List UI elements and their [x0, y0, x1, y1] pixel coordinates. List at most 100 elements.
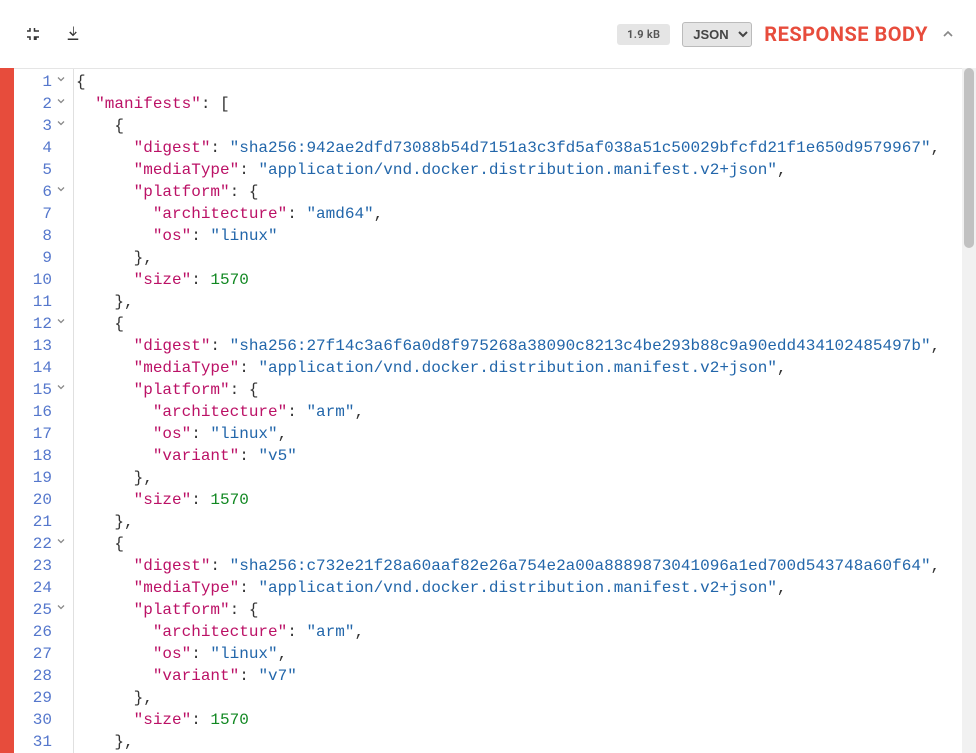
line-number: 10: [14, 269, 52, 291]
fold-toggle: [52, 643, 70, 665]
size-value: 1.9: [627, 28, 644, 41]
fold-toggle: [52, 335, 70, 357]
accent-bar: [0, 0, 14, 753]
fold-toggle: [52, 225, 70, 247]
code-line: "mediaType": "application/vnd.docker.dis…: [76, 357, 976, 379]
code-line: "architecture": "amd64",: [76, 203, 976, 225]
code-line: "size": 1570: [76, 489, 976, 511]
code-line: {: [76, 533, 976, 555]
download-icon[interactable]: [62, 23, 84, 45]
line-gutter: 1234567891011121314151617181920212223242…: [14, 69, 74, 753]
fold-toggle: [52, 401, 70, 423]
code-line: "os": "linux",: [76, 423, 976, 445]
fold-toggle: [52, 555, 70, 577]
scrollbar-thumb[interactable]: [964, 68, 974, 248]
line-number: 21: [14, 511, 52, 533]
fold-toggle: [52, 687, 70, 709]
fold-toggle: [52, 489, 70, 511]
code-line: "architecture": "arm",: [76, 401, 976, 423]
code-line: "mediaType": "application/vnd.docker.dis…: [76, 577, 976, 599]
fold-toggle: [52, 445, 70, 467]
fold-toggle: [52, 467, 70, 489]
line-number: 4: [14, 137, 52, 159]
line-number: 8: [14, 225, 52, 247]
fold-toggle: [52, 665, 70, 687]
code-line: "digest": "sha256:942ae2dfd73088b54d7151…: [76, 137, 976, 159]
fold-toggle[interactable]: [52, 181, 70, 203]
chevron-up-icon[interactable]: [940, 26, 956, 42]
line-number: 30: [14, 709, 52, 731]
response-body-title: RESPONSE BODY: [764, 22, 928, 46]
line-number: 20: [14, 489, 52, 511]
code-line: },: [76, 731, 976, 753]
fold-toggle: [52, 203, 70, 225]
code-viewer: 1234567891011121314151617181920212223242…: [14, 68, 976, 753]
fold-toggle: [52, 269, 70, 291]
line-number: 18: [14, 445, 52, 467]
size-unit: kB: [647, 28, 660, 41]
line-number: 19: [14, 467, 52, 489]
code-line: "size": 1570: [76, 709, 976, 731]
fold-toggle[interactable]: [52, 313, 70, 335]
fold-toggle: [52, 731, 70, 753]
code-line: "architecture": "arm",: [76, 621, 976, 643]
code-line: },: [76, 687, 976, 709]
line-number: 11: [14, 291, 52, 313]
size-badge: 1.9kB: [617, 24, 670, 45]
code-line: "digest": "sha256:c732e21f28a60aaf82e26a…: [76, 555, 976, 577]
fold-toggle: [52, 291, 70, 313]
fold-toggle[interactable]: [52, 599, 70, 621]
line-number: 28: [14, 665, 52, 687]
code-line: "manifests": [: [76, 93, 976, 115]
line-number: 6: [14, 181, 52, 203]
code-line: "os": "linux",: [76, 643, 976, 665]
format-select[interactable]: JSON: [682, 22, 752, 47]
line-number: 22: [14, 533, 52, 555]
line-number: 16: [14, 401, 52, 423]
collapse-icon[interactable]: [22, 23, 44, 45]
code-line: "digest": "sha256:27f14c3a6f6a0d8f975268…: [76, 335, 976, 357]
response-header: 1.9kB JSON RESPONSE BODY: [0, 0, 976, 68]
code-line: "platform": {: [76, 599, 976, 621]
code-line: },: [76, 467, 976, 489]
fold-toggle: [52, 621, 70, 643]
fold-toggle: [52, 511, 70, 533]
line-number: 25: [14, 599, 52, 621]
line-number: 5: [14, 159, 52, 181]
fold-toggle: [52, 577, 70, 599]
fold-toggle: [52, 423, 70, 445]
fold-toggle[interactable]: [52, 115, 70, 137]
line-number: 2: [14, 93, 52, 115]
code-line: "os": "linux": [76, 225, 976, 247]
code-line: {: [76, 115, 976, 137]
code-line: "variant": "v7": [76, 665, 976, 687]
vertical-scrollbar[interactable]: [962, 68, 976, 753]
code-line: "platform": {: [76, 181, 976, 203]
code-line: {: [76, 71, 976, 93]
fold-toggle[interactable]: [52, 379, 70, 401]
line-number: 15: [14, 379, 52, 401]
fold-toggle[interactable]: [52, 533, 70, 555]
code-content[interactable]: { "manifests": [ { "digest": "sha256:942…: [74, 69, 976, 753]
line-number: 26: [14, 621, 52, 643]
line-number: 13: [14, 335, 52, 357]
code-line: {: [76, 313, 976, 335]
code-line: },: [76, 247, 976, 269]
line-number: 1: [14, 71, 52, 93]
fold-toggle: [52, 357, 70, 379]
fold-toggle: [52, 137, 70, 159]
line-number: 17: [14, 423, 52, 445]
fold-toggle: [52, 159, 70, 181]
code-line: "mediaType": "application/vnd.docker.dis…: [76, 159, 976, 181]
fold-toggle[interactable]: [52, 93, 70, 115]
line-number: 3: [14, 115, 52, 137]
code-line: "size": 1570: [76, 269, 976, 291]
code-line: "platform": {: [76, 379, 976, 401]
fold-toggle: [52, 709, 70, 731]
line-number: 9: [14, 247, 52, 269]
fold-toggle: [52, 247, 70, 269]
line-number: 24: [14, 577, 52, 599]
fold-toggle[interactable]: [52, 71, 70, 93]
line-number: 31: [14, 731, 52, 753]
line-number: 14: [14, 357, 52, 379]
